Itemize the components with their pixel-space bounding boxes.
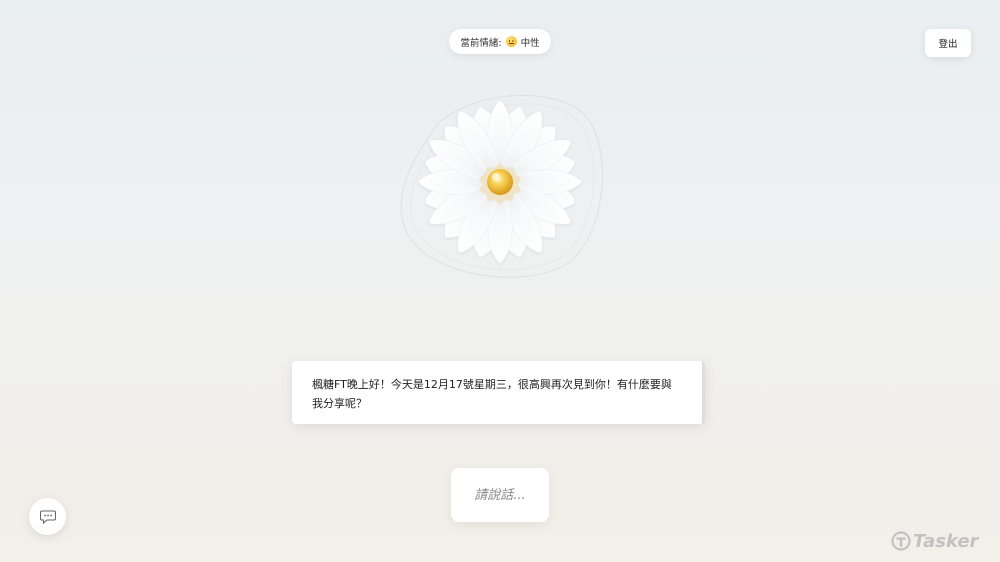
tasker-watermark: Tasker	[891, 528, 978, 554]
logout-button[interactable]: 登出	[925, 29, 971, 57]
emotion-value: 中性	[520, 37, 540, 49]
assistant-message-text: 楓糖FT晚上好！今天是12月17號星期三，很高興再次見到你！有什麼要與我分享呢？	[312, 378, 672, 410]
neutral-face-emoji-icon	[505, 36, 517, 47]
current-emotion-indicator: 當前情緒: 中性	[449, 29, 551, 54]
watermark-text: Tasker	[913, 530, 979, 552]
tasker-logo-icon	[891, 531, 911, 551]
chat-bubble-icon	[39, 509, 56, 524]
emotion-label: 當前情緒:	[460, 37, 502, 49]
flower-avatar	[390, 75, 610, 285]
flower-icon	[400, 94, 603, 278]
chat-button[interactable]	[29, 498, 66, 535]
speech-input[interactable]	[451, 468, 549, 522]
assistant-message-card: 楓糖FT晚上好！今天是12月17號星期三，很高興再次見到你！有什麼要與我分享呢？	[292, 361, 705, 424]
